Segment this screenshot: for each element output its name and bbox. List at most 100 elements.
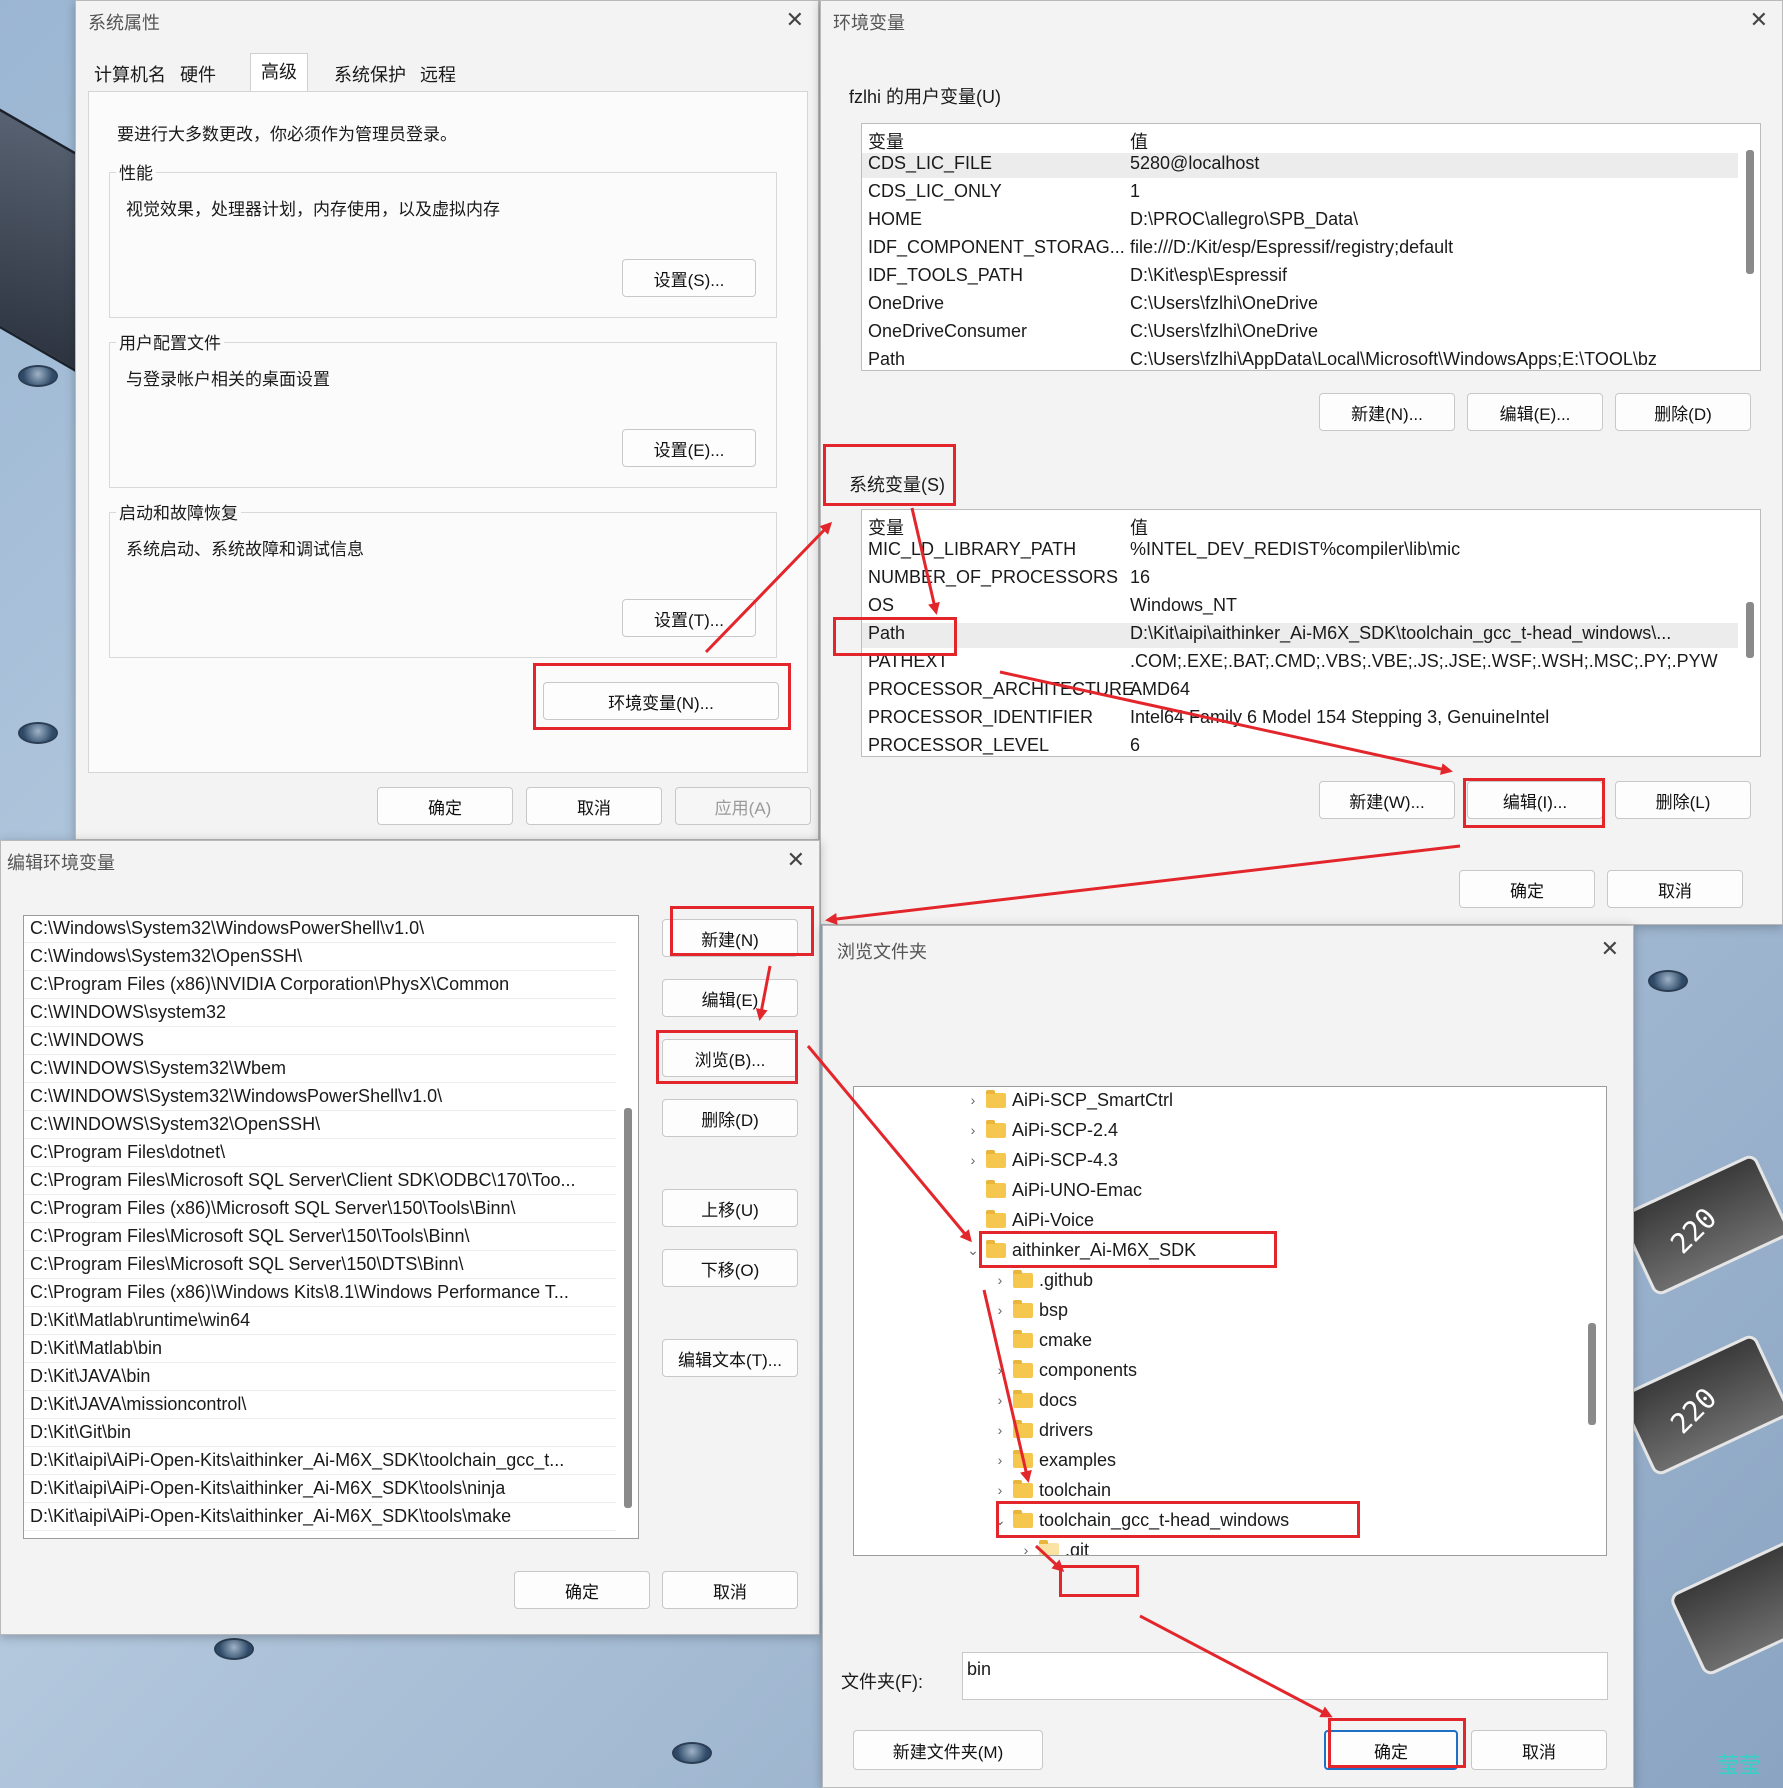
tree-node[interactable]: cmake	[991, 1327, 1092, 1353]
table-row[interactable]: OS Windows_NT	[862, 595, 1738, 620]
close-icon[interactable]: ✕	[787, 847, 805, 873]
list-item[interactable]: C:\WINDOWS\System32\OpenSSH\	[24, 1114, 616, 1139]
move-up-button[interactable]: 上移(U)	[662, 1189, 798, 1227]
tree-node[interactable]: › docs	[991, 1387, 1077, 1413]
table-row[interactable]: OneDriveConsumer C:\Users\fzlhi\OneDrive	[862, 321, 1738, 346]
chevron-right-icon[interactable]: ›	[1017, 1542, 1035, 1555]
list-item[interactable]: C:\Program Files (x86)\Microsoft SQL Ser…	[24, 1198, 616, 1223]
tree-node[interactable]: › bsp	[991, 1297, 1068, 1323]
user-edit-button[interactable]: 编辑(E)...	[1467, 393, 1603, 431]
chevron-right-icon[interactable]: ›	[991, 1362, 1009, 1378]
column-header-variable[interactable]: 变量	[868, 128, 904, 154]
edit-button[interactable]: 编辑(E)	[662, 979, 798, 1017]
ok-button[interactable]: 确定	[1324, 1730, 1458, 1770]
tree-node[interactable]: › .git	[1017, 1537, 1089, 1555]
list-item[interactable]: C:\Program Files\Microsoft SQL Server\15…	[24, 1226, 616, 1251]
table-row[interactable]: OneDrive C:\Users\fzlhi\OneDrive	[862, 293, 1738, 318]
chevron-right-icon[interactable]: ›	[991, 1452, 1009, 1468]
table-row[interactable]: HOME D:\PROC\allegro\SPB_Data\	[862, 209, 1738, 234]
tree-node[interactable]: ⌄ toolchain_gcc_t-head_windows	[991, 1507, 1289, 1533]
chevron-right-icon[interactable]: ›	[964, 1092, 982, 1108]
list-item[interactable]: D:\Kit\aipi\AiPi-Open-Kits\aithinker_Ai-…	[24, 1478, 616, 1503]
tree-node[interactable]: › AiPi-SCP_SmartCtrl	[964, 1087, 1173, 1113]
list-item[interactable]: D:\Kit\JAVA\bin	[24, 1366, 616, 1391]
scrollbar[interactable]	[624, 1108, 632, 1508]
path-list[interactable]: C:\Windows\System32\WindowsPowerShell\v1…	[23, 915, 639, 1539]
folder-tree[interactable]: › AiPi-SCP_SmartCtrl › AiPi-SCP-2.4 › AiPi-SC…	[853, 1086, 1607, 1556]
cancel-button[interactable]: 取消	[662, 1571, 798, 1609]
table-row[interactable]: Path C:\Users\fzlhi\AppData\Local\Microso…	[862, 349, 1738, 370]
tree-node[interactable]: › drivers	[991, 1417, 1093, 1443]
new-folder-button[interactable]: 新建文件夹(M)	[853, 1730, 1043, 1770]
table-row[interactable]: NUMBER_OF_PROCESSORS 16	[862, 567, 1738, 592]
list-item[interactable]: C:\Program Files\Microsoft SQL Server\Cl…	[24, 1170, 616, 1195]
delete-button[interactable]: 删除(D)	[662, 1099, 798, 1137]
chevron-right-icon[interactable]: ›	[991, 1422, 1009, 1438]
edit-text-button[interactable]: 编辑文本(T)...	[662, 1339, 798, 1377]
tab-advanced[interactable]: 高级	[250, 53, 308, 92]
tab-system-protection[interactable]: 系统保护	[328, 57, 412, 92]
tab-hardware[interactable]: 硬件	[174, 57, 222, 92]
close-icon[interactable]: ✕	[786, 7, 804, 33]
list-item[interactable]: D:\Kit\aipi\AiPi-Open-Kits\aithinker_Ai-…	[24, 1450, 616, 1475]
list-item[interactable]: D:\Kit\aipi\AiPi-Open-Kits\aithinker_Ai-…	[24, 1506, 616, 1531]
table-row[interactable]: IDF_COMPONENT_STORAG... file:///D:/Kit/es…	[862, 237, 1738, 262]
ok-button[interactable]: 确定	[514, 1571, 650, 1609]
table-row[interactable]: PROCESSOR_LEVEL 6	[862, 735, 1738, 756]
folder-input[interactable]: bin	[962, 1652, 1608, 1700]
list-item[interactable]: D:\Kit\Git\bin	[24, 1422, 616, 1447]
tree-node[interactable]: › AiPi-SCP-2.4	[964, 1117, 1118, 1143]
startup-settings-button[interactable]: 设置(T)...	[622, 599, 756, 637]
new-button[interactable]: 新建(N)	[662, 919, 798, 957]
list-item[interactable]: D:\Kit\Matlab\bin	[24, 1338, 616, 1363]
system-new-button[interactable]: 新建(W)...	[1319, 781, 1455, 819]
list-item[interactable]: D:\Kit\Matlab\runtime\win64	[24, 1310, 616, 1335]
tree-node[interactable]: › AiPi-SCP-4.3	[964, 1147, 1118, 1173]
tree-node[interactable]: › examples	[991, 1447, 1116, 1473]
cancel-button[interactable]: 取消	[1471, 1730, 1607, 1770]
list-item[interactable]: C:\Program Files (x86)\NVIDIA Corporatio…	[24, 974, 616, 999]
chevron-right-icon[interactable]: ›	[991, 1302, 1009, 1318]
apply-button[interactable]: 应用(A)	[675, 787, 811, 825]
list-item[interactable]: C:\WINDOWS\System32\WindowsPowerShell\v1…	[24, 1086, 616, 1111]
chevron-right-icon[interactable]: ›	[964, 1122, 982, 1138]
tree-node[interactable]: ⌄ aithinker_Ai-M6X_SDK	[964, 1237, 1196, 1263]
table-row[interactable]: PROCESSOR_ARCHITECTURE AMD64	[862, 679, 1738, 704]
tree-node[interactable]: › toolchain	[991, 1477, 1111, 1503]
cancel-button[interactable]: 取消	[1607, 870, 1743, 908]
performance-settings-button[interactable]: 设置(S)...	[622, 259, 756, 297]
scrollbar[interactable]	[1746, 602, 1754, 658]
browse-button[interactable]: 浏览(B)...	[662, 1039, 798, 1077]
column-header-value[interactable]: 值	[1130, 128, 1148, 154]
table-row[interactable]: PROCESSOR_IDENTIFIER Intel64 Family 6 Mod…	[862, 707, 1738, 732]
chevron-right-icon[interactable]: ›	[964, 1152, 982, 1168]
list-item[interactable]: D:\Kit\JAVA\missioncontrol\	[24, 1394, 616, 1419]
table-row[interactable]: MIC_LD_LIBRARY_PATH %INTEL_DEV_REDIST%com…	[862, 539, 1738, 564]
tree-node[interactable]: › components	[991, 1357, 1137, 1383]
list-item[interactable]: C:\WINDOWS\System32\Wbem	[24, 1058, 616, 1083]
ok-button[interactable]: 确定	[377, 787, 513, 825]
user-delete-button[interactable]: 删除(D)	[1615, 393, 1751, 431]
move-down-button[interactable]: 下移(O)	[662, 1249, 798, 1287]
tree-node[interactable]: AiPi-UNO-Emac	[964, 1177, 1142, 1203]
list-item[interactable]: C:\Windows\System32\WindowsPowerShell\v1…	[24, 918, 616, 943]
tab-remote[interactable]: 远程	[414, 57, 462, 92]
list-item[interactable]: C:\WINDOWS	[24, 1030, 616, 1055]
system-edit-button[interactable]: 编辑(I)...	[1467, 781, 1603, 819]
table-row[interactable]: CDS_LIC_FILE 5280@localhost	[862, 153, 1738, 178]
scrollbar[interactable]	[1746, 150, 1754, 274]
tree-node[interactable]: AiPi-Voice	[964, 1207, 1094, 1233]
close-icon[interactable]: ✕	[1601, 936, 1619, 962]
user-variables-table[interactable]: 变量 值 CDS_LIC_FILE 5280@localhost CDS_LIC_O…	[861, 123, 1761, 371]
user-profile-settings-button[interactable]: 设置(E)...	[622, 429, 756, 467]
system-variables-table[interactable]: 变量 值 MIC_LD_LIBRARY_PATH %INTEL_DEV_REDIS…	[861, 509, 1761, 757]
system-delete-button[interactable]: 删除(L)	[1615, 781, 1751, 819]
chevron-right-icon[interactable]: ›	[991, 1482, 1009, 1498]
user-new-button[interactable]: 新建(N)...	[1319, 393, 1455, 431]
table-row[interactable]: CDS_LIC_ONLY 1	[862, 181, 1738, 206]
table-row[interactable]: IDF_TOOLS_PATH D:\Kit\esp\Espressif	[862, 265, 1738, 290]
table-row[interactable]: PATHEXT .COM;.EXE;.BAT;.CMD;.VBS;.VBE;.JS…	[862, 651, 1738, 676]
list-item[interactable]: C:\Program Files (x86)\Windows Kits\8.1\…	[24, 1282, 616, 1307]
environment-variables-button[interactable]: 环境变量(N)...	[543, 682, 779, 720]
list-item[interactable]: C:\Program Files\dotnet\	[24, 1142, 616, 1167]
